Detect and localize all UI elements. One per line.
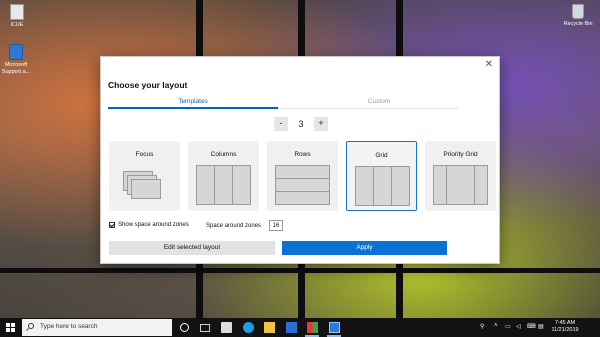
desktop-icon-recycle-bin[interactable]: Recycle Bin xyxy=(558,4,598,28)
layout-card-label: Rows xyxy=(294,151,311,158)
volume-icon[interactable]: ◁ xyxy=(516,323,521,330)
choose-layout-dialog: ✕ Choose your layout Templates Custom - … xyxy=(100,56,500,264)
space-around-input[interactable]: 16 xyxy=(269,220,283,231)
space-around-label: Space around zones xyxy=(206,223,262,229)
grid-layout-preview-icon xyxy=(355,166,410,206)
layout-card-label: Priority Grid xyxy=(443,151,478,158)
store-icon[interactable] xyxy=(221,322,232,333)
edit-layout-button[interactable]: Edit selected layout xyxy=(109,241,275,255)
focus-layout-preview-icon xyxy=(117,165,172,205)
cortana-icon[interactable] xyxy=(180,323,189,332)
file-icon xyxy=(10,4,24,20)
close-icon[interactable]: ✕ xyxy=(485,59,493,70)
file-explorer-icon[interactable] xyxy=(264,322,275,333)
chevron-up-icon[interactable]: ˄ xyxy=(494,323,498,329)
network-icon[interactable]: ▭ xyxy=(505,323,511,330)
background-pane-divider xyxy=(0,268,600,273)
clock[interactable]: 7:45 AM 11/21/2019 xyxy=(548,320,582,335)
show-space-toggle[interactable]: Show space around zones xyxy=(109,222,189,228)
help-icon xyxy=(9,44,23,60)
layout-card-columns[interactable]: Columns xyxy=(188,141,259,211)
decrease-zones-button[interactable]: - xyxy=(274,117,288,131)
layout-card-rows[interactable]: Rows xyxy=(267,141,338,211)
mail-icon[interactable] xyxy=(286,322,297,333)
search-icon xyxy=(28,323,34,329)
tab-templates[interactable]: Templates xyxy=(108,98,278,105)
desktop-icon-label: Microsoft Support a... xyxy=(1,62,31,75)
increase-zones-button[interactable]: + xyxy=(314,117,328,131)
layout-card-focus[interactable]: Focus xyxy=(109,141,180,211)
keyboard-icon[interactable]: ⌨ xyxy=(527,323,536,330)
layout-card-label: Grid xyxy=(375,152,388,159)
layout-card-grid[interactable]: Grid xyxy=(346,141,417,211)
desktop-icon-label: iCUE xyxy=(10,22,24,28)
columns-layout-preview-icon xyxy=(196,165,251,205)
search-placeholder: Type here to search xyxy=(40,323,98,330)
rows-layout-preview-icon xyxy=(275,165,330,205)
zone-count-value: 3 xyxy=(298,119,304,129)
show-space-checkbox[interactable] xyxy=(109,222,115,228)
desktop-icon-icue[interactable]: iCUE xyxy=(0,4,37,29)
people-icon[interactable]: ⚲ xyxy=(480,323,484,330)
layout-tabs: Templates Custom xyxy=(108,98,494,109)
clock-date: 11/21/2019 xyxy=(551,327,579,334)
layout-card-label: Columns xyxy=(210,151,237,158)
edge-icon[interactable] xyxy=(243,322,254,333)
show-space-label: Show space around zones xyxy=(118,222,189,228)
desktop-icon-microsoft-support[interactable]: Microsoft Support a... xyxy=(0,44,36,75)
taskbar: Type here to search ⚲ ˄ ▭ ◁ ⌨ ▤ 7:45 AM … xyxy=(0,318,600,337)
powertoys-icon[interactable] xyxy=(307,322,318,333)
clock-time: 7:45 AM xyxy=(554,320,576,326)
priority-grid-layout-preview-icon xyxy=(433,165,488,205)
desktop-icon-label: Recycle Bin xyxy=(563,21,593,27)
language-icon[interactable]: ▤ xyxy=(538,323,544,330)
recycle-bin-icon xyxy=(572,4,584,19)
windows-start-icon[interactable] xyxy=(6,323,15,332)
tab-custom[interactable]: Custom xyxy=(294,98,464,105)
active-tab-indicator xyxy=(108,107,278,109)
layout-card-label: Focus xyxy=(135,151,154,158)
tab-divider xyxy=(278,108,458,109)
layout-card-priority-grid[interactable]: Priority Grid xyxy=(425,141,496,211)
app-icon[interactable] xyxy=(329,322,340,333)
apply-button[interactable]: Apply xyxy=(282,241,447,255)
task-view-icon[interactable] xyxy=(200,324,210,332)
dialog-title: Choose your layout xyxy=(108,80,188,90)
taskbar-search[interactable]: Type here to search xyxy=(22,319,172,336)
